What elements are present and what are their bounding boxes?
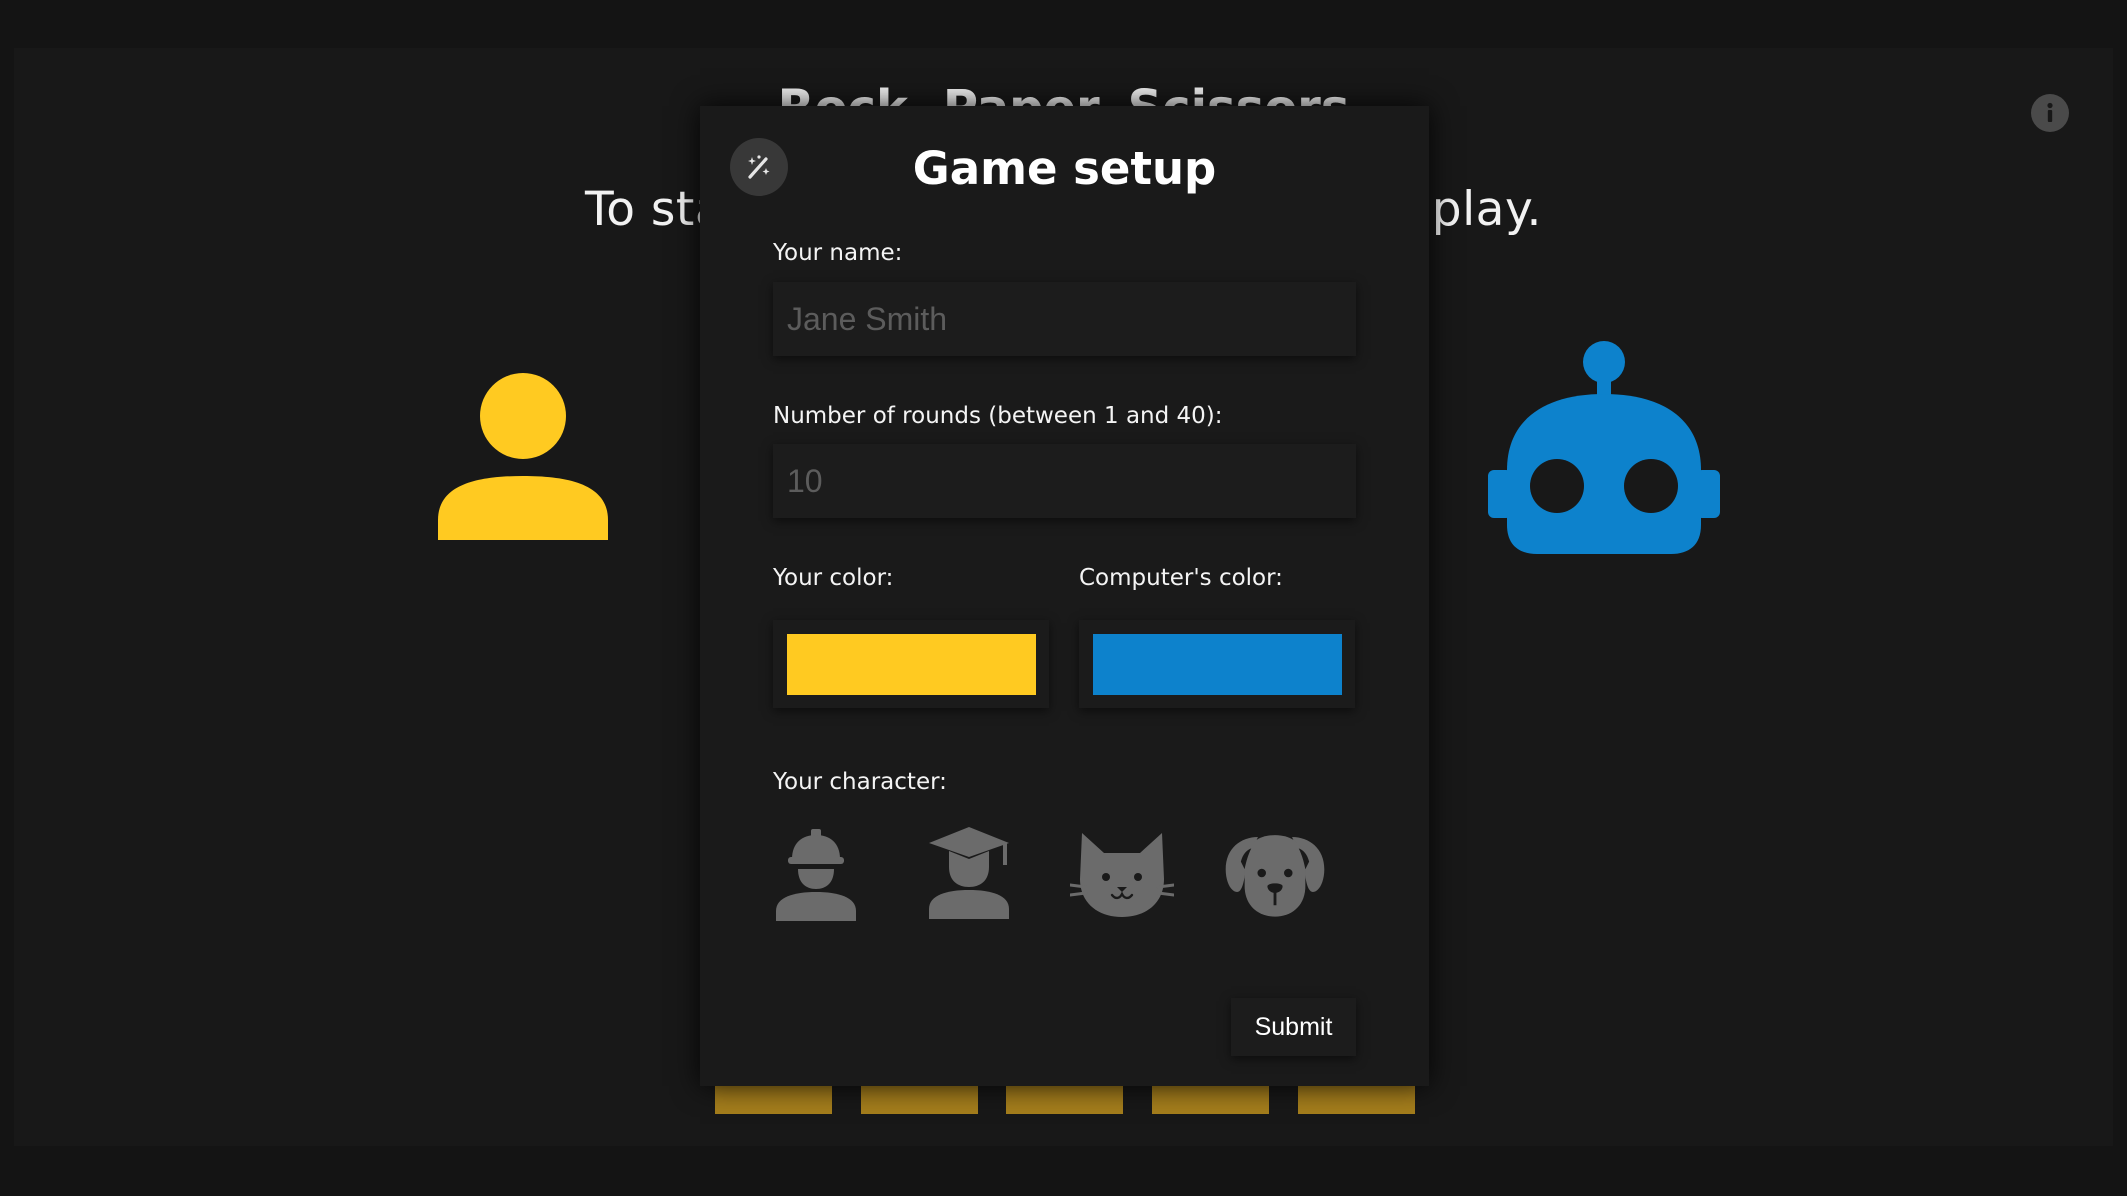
computer-color-swatch [1092, 633, 1342, 695]
player-avatar-icon [436, 370, 611, 545]
graduate-icon [929, 827, 1009, 919]
your-color-picker[interactable] [773, 620, 1049, 708]
character-cat[interactable] [1067, 818, 1177, 928]
computer-color-picker[interactable] [1079, 620, 1355, 708]
dog-icon [1225, 835, 1325, 917]
rounds-input[interactable] [773, 444, 1356, 518]
info-icon[interactable] [2031, 94, 2069, 132]
computer-color-label: Computer's color: [1079, 565, 1283, 591]
rounds-label: Number of rounds (between 1 and 40): [773, 403, 1223, 429]
name-label: Your name: [773, 240, 903, 266]
computer-avatar-icon [1485, 340, 1723, 558]
submit-button[interactable]: Submit [1231, 998, 1356, 1056]
name-input[interactable] [773, 282, 1356, 356]
character-dog[interactable] [1220, 818, 1330, 928]
character-construction-worker[interactable] [761, 818, 871, 928]
your-color-label: Your color: [773, 565, 894, 591]
round-indicator [861, 1086, 978, 1114]
round-indicator [1152, 1086, 1269, 1114]
round-indicators [715, 1086, 1415, 1114]
modal-title: Game setup [912, 142, 1217, 195]
round-indicator [715, 1086, 832, 1114]
your-color-swatch [786, 633, 1036, 695]
game-setup-modal: Game setup Your name: Number of rounds (… [700, 106, 1429, 1086]
character-graduate[interactable] [914, 818, 1024, 928]
round-indicator [1006, 1086, 1123, 1114]
cat-icon [1070, 833, 1174, 917]
round-indicator [1298, 1086, 1415, 1114]
construction-worker-icon [776, 829, 856, 921]
character-label: Your character: [773, 769, 947, 795]
